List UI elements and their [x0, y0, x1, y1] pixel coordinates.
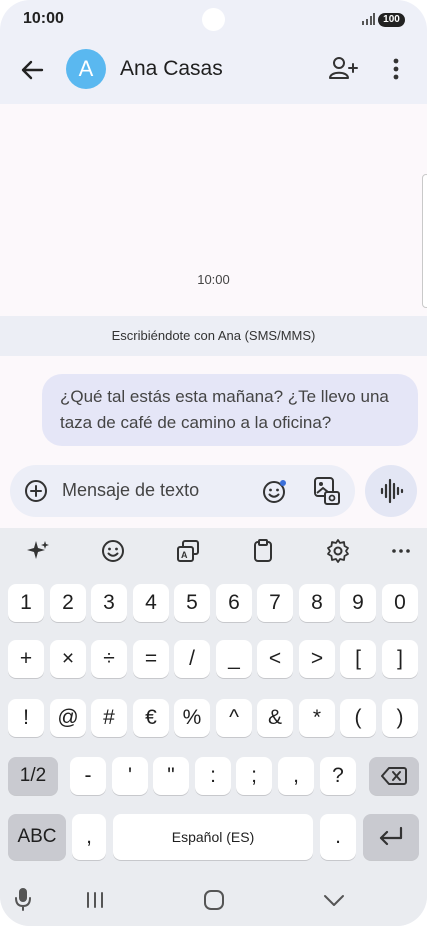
- sparkle-ai-icon[interactable]: [25, 538, 51, 564]
- key[interactable]: *: [299, 699, 335, 737]
- key[interactable]: 9: [340, 584, 376, 622]
- key[interactable]: +: [8, 640, 44, 678]
- conversation-header: A Ana Casas: [0, 40, 427, 104]
- key[interactable]: 2: [50, 584, 86, 622]
- front-camera: [202, 8, 225, 31]
- key[interactable]: ,: [278, 757, 314, 795]
- scrollbar-handle[interactable]: [422, 174, 427, 308]
- back-arrow-icon[interactable]: [18, 56, 46, 84]
- svg-text:A: A: [181, 550, 188, 560]
- key[interactable]: @: [50, 699, 86, 737]
- key[interactable]: !: [8, 699, 44, 737]
- key[interactable]: =: [133, 640, 169, 678]
- key[interactable]: %: [174, 699, 210, 737]
- key[interactable]: (: [340, 699, 376, 737]
- navigation-bar: [0, 872, 427, 926]
- key[interactable]: ^: [216, 699, 252, 737]
- key[interactable]: -: [70, 757, 106, 795]
- settings-gear-icon[interactable]: [325, 538, 351, 564]
- status-bar: 10:00 100: [0, 0, 427, 40]
- enter-key[interactable]: [363, 814, 419, 860]
- key[interactable]: [: [340, 640, 376, 678]
- key[interactable]: ÷: [91, 640, 127, 678]
- key[interactable]: 4: [133, 584, 169, 622]
- key[interactable]: ": [153, 757, 189, 795]
- more-vert-icon[interactable]: [384, 54, 408, 84]
- more-horiz-icon[interactable]: [388, 538, 414, 564]
- page-toggle-key[interactable]: 1/2: [8, 757, 58, 795]
- key[interactable]: 8: [299, 584, 335, 622]
- key[interactable]: #: [91, 699, 127, 737]
- key[interactable]: 1: [8, 584, 44, 622]
- message-timestamp: 10:00: [197, 272, 230, 287]
- status-time: 10:00: [23, 10, 64, 27]
- clipboard-icon[interactable]: [250, 538, 276, 564]
- key[interactable]: ): [382, 699, 418, 737]
- phone-screen: 10:00 100 A Ana Casas 10:00 Escribiéndot…: [0, 0, 427, 926]
- key[interactable]: ]: [382, 640, 418, 678]
- space-key[interactable]: Español (ES): [113, 814, 313, 860]
- key[interactable]: ×: [50, 640, 86, 678]
- gallery-icon[interactable]: [313, 476, 341, 506]
- abc-key[interactable]: ABC: [8, 814, 66, 860]
- key[interactable]: /: [174, 640, 210, 678]
- key[interactable]: 6: [216, 584, 252, 622]
- voice-message-button[interactable]: [365, 465, 417, 517]
- sticker-text-icon[interactable]: A: [175, 538, 201, 564]
- comma-key[interactable]: ,: [72, 814, 106, 860]
- avatar-initial: A: [78, 56, 94, 81]
- sms-info-banner: Escribiéndote con Ana (SMS/MMS): [0, 316, 427, 356]
- backspace-key[interactable]: [369, 757, 419, 795]
- key[interactable]: ;: [236, 757, 272, 795]
- period-key[interactable]: .: [320, 814, 356, 860]
- home-icon[interactable]: [203, 889, 225, 911]
- hide-keyboard-icon[interactable]: [322, 892, 346, 908]
- keyboard: 1 2 3 4 5 6 7 8 9 0 + × ÷ = / _ < > [ ] …: [0, 576, 427, 872]
- key[interactable]: &: [257, 699, 293, 737]
- message-bubble[interactable]: ¿Qué tal estás esta mañana? ¿Te llevo un…: [42, 374, 418, 446]
- key[interactable]: :: [195, 757, 231, 795]
- message-input[interactable]: Mensaje de texto: [62, 480, 199, 501]
- microphone-icon[interactable]: [13, 886, 33, 912]
- emoji-keyboard-icon[interactable]: [100, 538, 126, 564]
- waveform-icon: [380, 478, 404, 504]
- add-attachment-icon[interactable]: [24, 479, 48, 503]
- battery-icon: 100: [378, 13, 405, 27]
- conversation-area[interactable]: 10:00: [0, 104, 427, 316]
- compose-bar: Mensaje de texto: [10, 465, 355, 517]
- key[interactable]: 3: [91, 584, 127, 622]
- message-text-line: ¿Qué tal estás esta mañana? ¿Te llevo un…: [60, 387, 389, 406]
- key[interactable]: ': [112, 757, 148, 795]
- recent-apps-icon[interactable]: [84, 890, 106, 910]
- key[interactable]: <: [257, 640, 293, 678]
- key[interactable]: €: [133, 699, 169, 737]
- key[interactable]: 7: [257, 584, 293, 622]
- add-person-icon[interactable]: [327, 55, 359, 83]
- battery-level: 100: [383, 14, 400, 25]
- key[interactable]: >: [299, 640, 335, 678]
- avatar[interactable]: A: [66, 49, 106, 89]
- signal-icon: [362, 13, 375, 25]
- emoji-icon[interactable]: [262, 478, 288, 504]
- keyboard-toolbar: A: [0, 528, 427, 576]
- message-text-line: taza de café de camino a la oficina?: [60, 413, 332, 432]
- key[interactable]: ?: [320, 757, 356, 795]
- backspace-icon: [381, 767, 407, 785]
- enter-arrow-icon: [379, 826, 403, 846]
- key[interactable]: 0: [382, 584, 418, 622]
- contact-name[interactable]: Ana Casas: [120, 57, 223, 81]
- key[interactable]: _: [216, 640, 252, 678]
- key[interactable]: 5: [174, 584, 210, 622]
